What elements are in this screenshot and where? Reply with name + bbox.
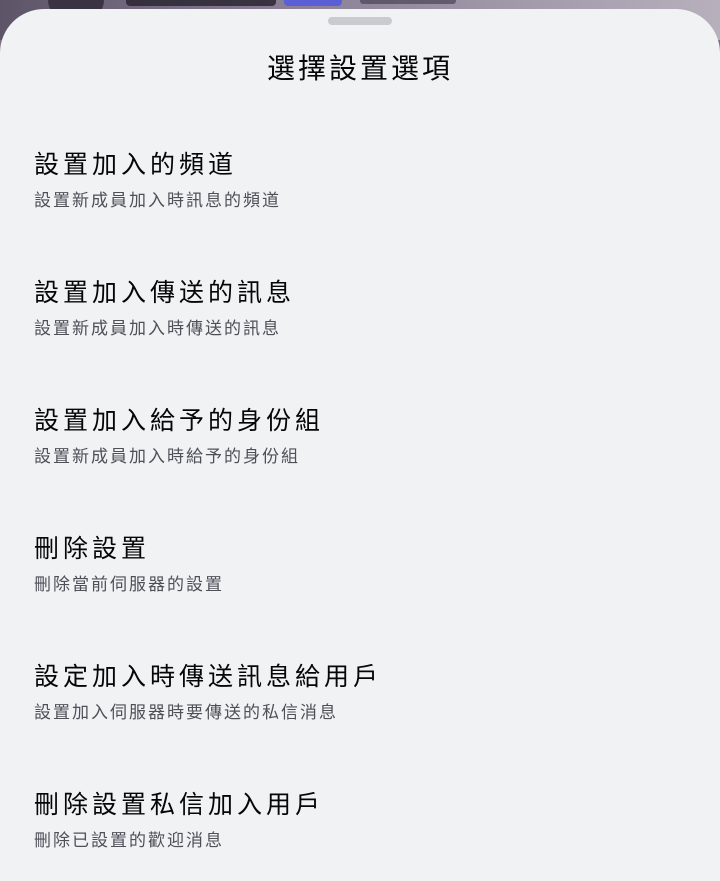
drag-handle[interactable]	[328, 17, 392, 25]
option-set-join-role[interactable]: 設置加入給予的身份組 設置新成員加入時給予的身份組	[34, 403, 694, 531]
option-title: 刪除設置	[34, 534, 151, 563]
bot-tag-blur	[284, 0, 342, 6]
option-delete-settings[interactable]: 刪除設置 刪除當前伺服器的設置	[34, 531, 694, 659]
option-description: 刪除已設置的歡迎消息	[34, 831, 224, 851]
sheet-title: 選擇設置選項	[266, 52, 453, 85]
option-set-join-channel[interactable]: 設置加入的頻道 設置新成員加入時訊息的頻道	[34, 147, 694, 275]
option-description: 設置加入伺服器時要傳送的私信消息	[34, 703, 338, 723]
option-description: 設置新成員加入時訊息的頻道	[34, 191, 281, 211]
option-title: 設定加入時傳送訊息給用戶	[34, 662, 383, 691]
username-blur	[126, 0, 276, 6]
options-list: 設置加入的頻道 設置新成員加入時訊息的頻道 設置加入傳送的訊息 設置新成員加入時…	[34, 147, 694, 881]
option-description: 設置新成員加入時傳送的訊息	[34, 319, 281, 339]
option-title: 設置加入傳送的訊息	[34, 278, 296, 307]
option-set-dm-message[interactable]: 設定加入時傳送訊息給用戶 設置加入伺服器時要傳送的私信消息	[34, 659, 694, 787]
option-title: 設置加入的頻道	[34, 150, 238, 179]
option-description: 刪除當前伺服器的設置	[34, 575, 224, 595]
timestamp-blur	[360, 0, 456, 4]
bottom-sheet: 選擇設置選項 設置加入的頻道 設置新成員加入時訊息的頻道 設置加入傳送的訊息 設…	[0, 9, 720, 881]
option-set-join-message[interactable]: 設置加入傳送的訊息 設置新成員加入時傳送的訊息	[34, 275, 694, 403]
option-description: 設置新成員加入時給予的身份組	[34, 447, 300, 467]
option-title: 刪除設置私信加入用戶	[34, 790, 325, 819]
option-title: 設置加入給予的身份組	[34, 406, 325, 435]
option-delete-dm-settings[interactable]: 刪除設置私信加入用戶 刪除已設置的歡迎消息	[34, 787, 694, 881]
